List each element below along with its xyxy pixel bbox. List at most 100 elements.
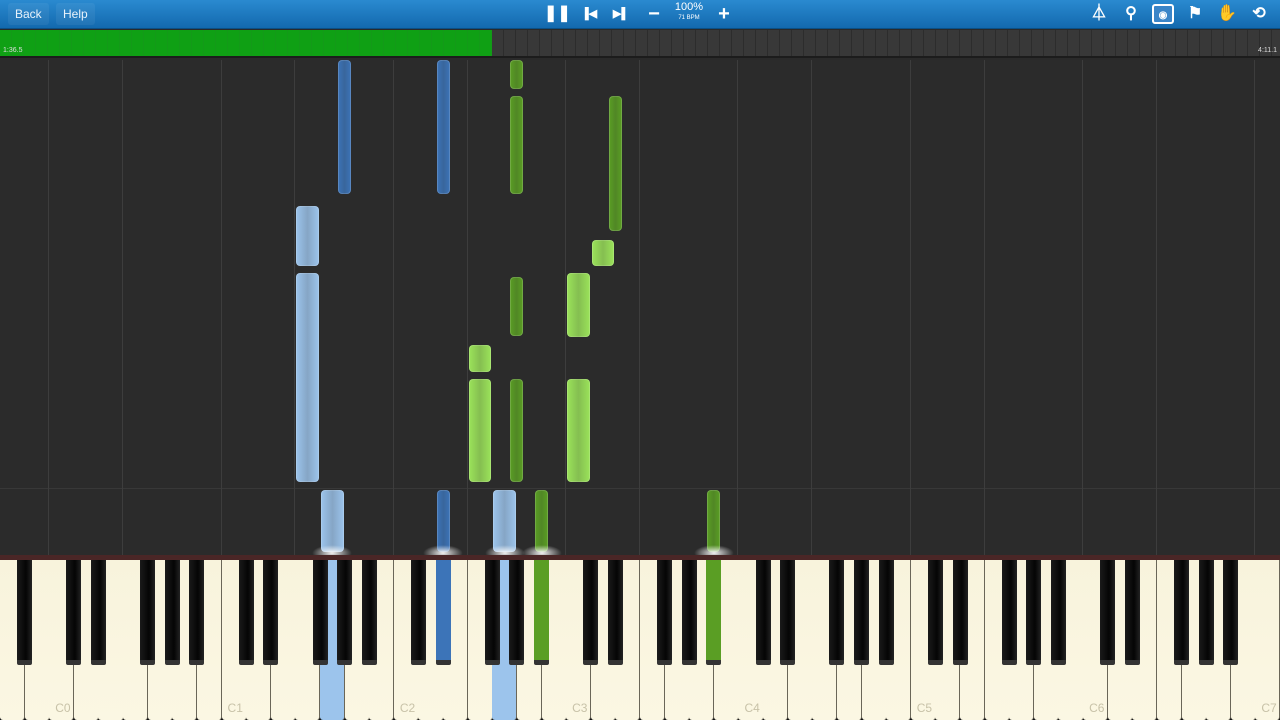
falling-note-F2 xyxy=(468,345,492,372)
song-progress-bar[interactable]: 1:36.5 4:11.1 xyxy=(0,30,1280,58)
black-key-Dsharp4[interactable] xyxy=(780,560,796,665)
black-key-Fsharp0[interactable] xyxy=(140,560,156,665)
falling-note-Dsharp2 xyxy=(436,60,450,194)
black-key-Asharp6[interactable] xyxy=(1223,560,1239,665)
key-grid-line xyxy=(466,60,468,555)
black-key-Gsharp3[interactable] xyxy=(681,560,697,665)
black-key-Asharp5[interactable] xyxy=(1050,560,1066,665)
key-grid-line xyxy=(811,60,813,555)
key-grid-line xyxy=(1254,60,1256,555)
black-key-Gsharp1[interactable] xyxy=(337,560,353,665)
key-grid-line xyxy=(294,60,296,555)
location-pin-icon[interactable]: ⚑ xyxy=(1184,4,1206,24)
black-key-Fsharp3[interactable] xyxy=(657,560,673,665)
black-key-Csharp1[interactable] xyxy=(238,560,254,665)
key-grid-line xyxy=(909,60,911,555)
black-key-Dsharp6[interactable] xyxy=(1124,560,1140,665)
black-key-Csharp0[interactable] xyxy=(66,560,82,665)
note-hit-glow xyxy=(521,545,562,555)
speed-percent: 100% xyxy=(674,1,704,13)
key-grid-line xyxy=(48,60,50,555)
white-key-C7[interactable]: C7 xyxy=(1255,560,1280,720)
skip-back-icon[interactable]: ▐◀ xyxy=(578,4,600,24)
piano-keyboard[interactable]: C0 C1 C2 C3 C4 C5 C6 C7 xyxy=(0,555,1280,720)
octave-label: C7 xyxy=(1261,701,1277,715)
note-roll xyxy=(0,60,1280,555)
hands-icon[interactable]: ◉ xyxy=(1152,4,1174,24)
octave-label: C4 xyxy=(744,701,760,715)
key-grid-line xyxy=(122,60,124,555)
key-grid-line xyxy=(1155,60,1157,555)
note-hit-glow xyxy=(693,545,734,555)
falling-note-F1 xyxy=(296,205,319,266)
back-button[interactable]: Back xyxy=(8,3,49,25)
falling-note-F2 xyxy=(468,378,492,482)
note-hit-glow xyxy=(423,545,464,555)
octave-label: C5 xyxy=(916,701,933,715)
falling-note-Gsharp2 xyxy=(510,378,524,482)
note-hit-glow xyxy=(312,545,353,555)
black-key-Csharp3[interactable] xyxy=(583,560,599,665)
black-key-Asharp4[interactable] xyxy=(878,560,894,665)
skip-forward-icon[interactable]: ▶▌ xyxy=(610,4,632,24)
plus-icon[interactable]: + xyxy=(713,4,735,24)
key-grid-line xyxy=(565,60,567,555)
black-key-Csharp6[interactable] xyxy=(1100,560,1116,665)
pause-icon[interactable]: ❚❚ xyxy=(544,4,571,24)
falling-note-F1 xyxy=(296,272,319,482)
black-key-Asharp1[interactable] xyxy=(361,560,377,665)
key-grid-line xyxy=(639,60,640,555)
octave-label: C2 xyxy=(399,701,416,715)
black-key-Dsharp3[interactable] xyxy=(607,560,623,665)
octave-label: C0 xyxy=(55,701,71,715)
black-key-Gsharp4[interactable] xyxy=(854,560,870,665)
falling-note-Asharp3 xyxy=(707,489,721,552)
black-key-Fsharp6[interactable] xyxy=(1174,560,1190,665)
falling-note-G2 xyxy=(493,489,516,552)
black-key-Fsharp4[interactable] xyxy=(829,560,845,665)
black-key-Dsharp0[interactable] xyxy=(90,560,106,665)
toolbar: Back Help ❚❚ ▐◀ ▶▌ − 100% 71 BPM + ⏃ ⚲ ◉… xyxy=(0,0,1280,29)
black-key-Csharp5[interactable] xyxy=(927,560,943,665)
black-key-Gsharp6[interactable] xyxy=(1198,560,1214,665)
hand-icon[interactable]: ✋ xyxy=(1216,4,1238,24)
black-key-Fsharp1[interactable] xyxy=(312,560,328,665)
tempo-bpm: 71 BPM xyxy=(678,15,700,21)
black-key-Csharp4[interactable] xyxy=(755,560,771,665)
falling-note-Gsharp2 xyxy=(510,60,524,89)
black-key-Gsharp0[interactable] xyxy=(164,560,180,665)
falling-note-G1 xyxy=(321,489,344,552)
octave-label: C6 xyxy=(1089,701,1105,715)
black-key-Fsharp5[interactable] xyxy=(1001,560,1017,665)
minus-icon[interactable]: − xyxy=(643,4,665,24)
key-grid-line xyxy=(737,60,739,555)
key-grid-line xyxy=(1082,60,1084,555)
falling-note-Gsharp2 xyxy=(510,276,524,337)
black-key-Asharp0[interactable] xyxy=(189,560,205,665)
black-key-Gsharp2[interactable] xyxy=(509,560,525,665)
black-key-Dsharp1[interactable] xyxy=(263,560,279,665)
falling-note-Dsharp2 xyxy=(436,489,450,552)
black-key-Fsharp2[interactable] xyxy=(484,560,500,665)
black-key-Asharp-1[interactable] xyxy=(17,560,33,665)
metronome-icon[interactable]: ⏃ xyxy=(1088,4,1110,24)
magnifier-icon[interactable]: ⚲ xyxy=(1120,4,1142,24)
speed-display: 100% 71 BPM xyxy=(672,2,706,24)
black-key-Csharp2[interactable] xyxy=(410,560,426,665)
black-key-Asharp3[interactable] xyxy=(706,560,722,665)
total-time: 4:11.1 xyxy=(1258,47,1277,54)
measure-line xyxy=(0,488,1280,489)
octave-label: C1 xyxy=(227,701,243,715)
key-grid-line xyxy=(220,60,222,555)
falling-note-C3 xyxy=(567,378,590,482)
help-button[interactable]: Help xyxy=(56,3,95,25)
falling-note-D3 xyxy=(591,240,615,266)
black-key-Asharp2[interactable] xyxy=(534,560,550,665)
black-key-Dsharp5[interactable] xyxy=(952,560,968,665)
falling-note-Asharp2 xyxy=(535,489,549,552)
black-key-Gsharp5[interactable] xyxy=(1026,560,1042,665)
note-hit-glow xyxy=(484,545,525,555)
elapsed-time: 1:36.5 xyxy=(3,47,23,54)
loop-icon[interactable]: ⟲ xyxy=(1248,4,1270,24)
black-key-Dsharp2[interactable] xyxy=(435,560,451,665)
